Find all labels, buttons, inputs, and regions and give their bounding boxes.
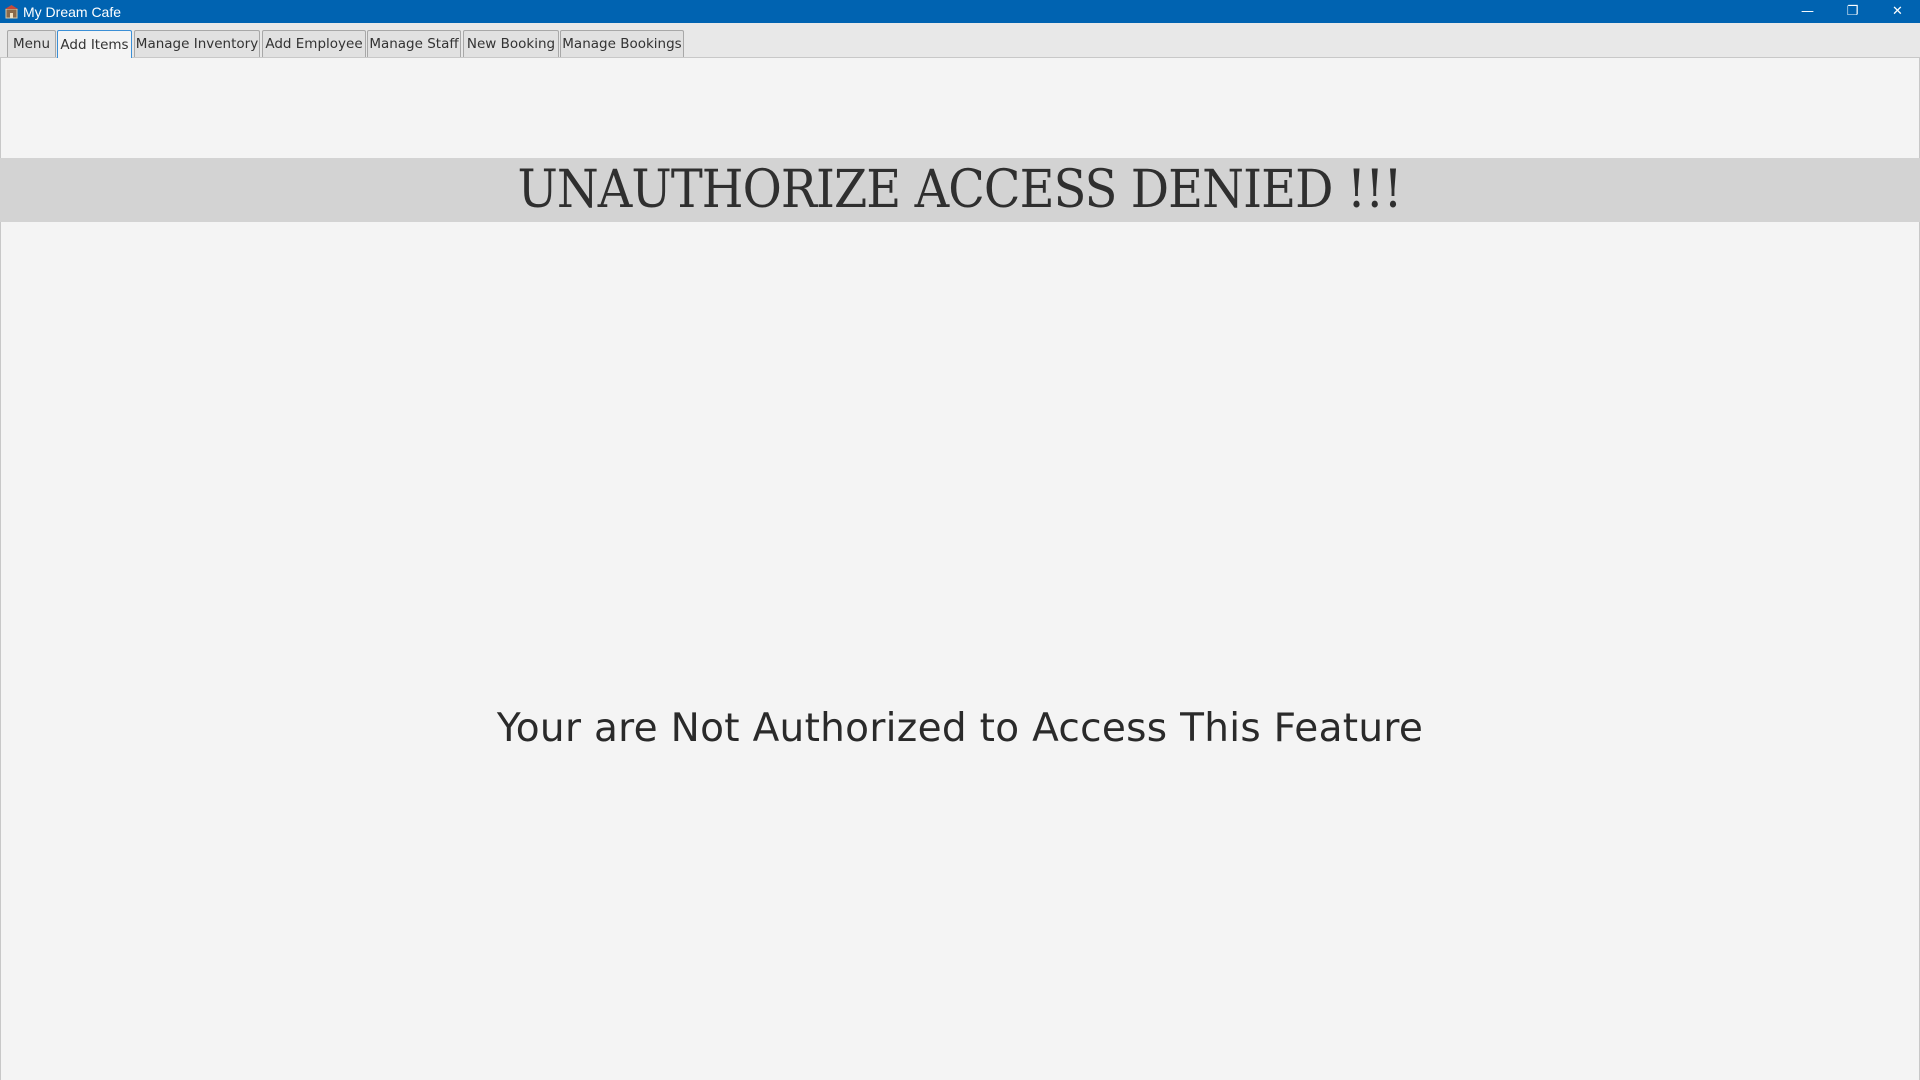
unauthorized-message: Your are Not Authorized to Access This F… — [496, 706, 1424, 751]
tab-add-items[interactable]: Add Items — [57, 30, 132, 58]
minimize-button[interactable]: — — [1785, 0, 1830, 23]
window-titlebar[interactable]: My Dream Cafe — ❐ ✕ — [0, 0, 1920, 23]
tab-manage-inventory[interactable]: Manage Inventory — [134, 30, 260, 57]
tab-manage-bookings[interactable]: Manage Bookings — [560, 30, 684, 57]
minimize-icon: — — [1801, 4, 1814, 19]
access-denied-banner: UNAUTHORIZE ACCESS DENIED !!! — [0, 158, 1920, 222]
tab-manage-staff[interactable]: Manage Staff — [367, 30, 461, 57]
restore-button[interactable]: ❐ — [1830, 0, 1875, 23]
app-icon — [4, 4, 18, 19]
window-title: My Dream Cafe — [23, 3, 122, 20]
tab-add-employee[interactable]: Add Employee — [262, 30, 366, 57]
banner-heading: UNAUTHORIZE ACCESS DENIED !!! — [517, 160, 1403, 220]
restore-icon: ❐ — [1846, 4, 1859, 19]
tab-new-booking[interactable]: New Booking — [463, 30, 559, 57]
tab-menu[interactable]: Menu — [7, 30, 56, 57]
window-controls: — ❐ ✕ — [1785, 0, 1920, 23]
close-button[interactable]: ✕ — [1875, 0, 1920, 23]
tab-strip: Menu Add Items Manage Inventory Add Empl… — [0, 23, 1920, 58]
close-icon: ✕ — [1892, 4, 1903, 19]
